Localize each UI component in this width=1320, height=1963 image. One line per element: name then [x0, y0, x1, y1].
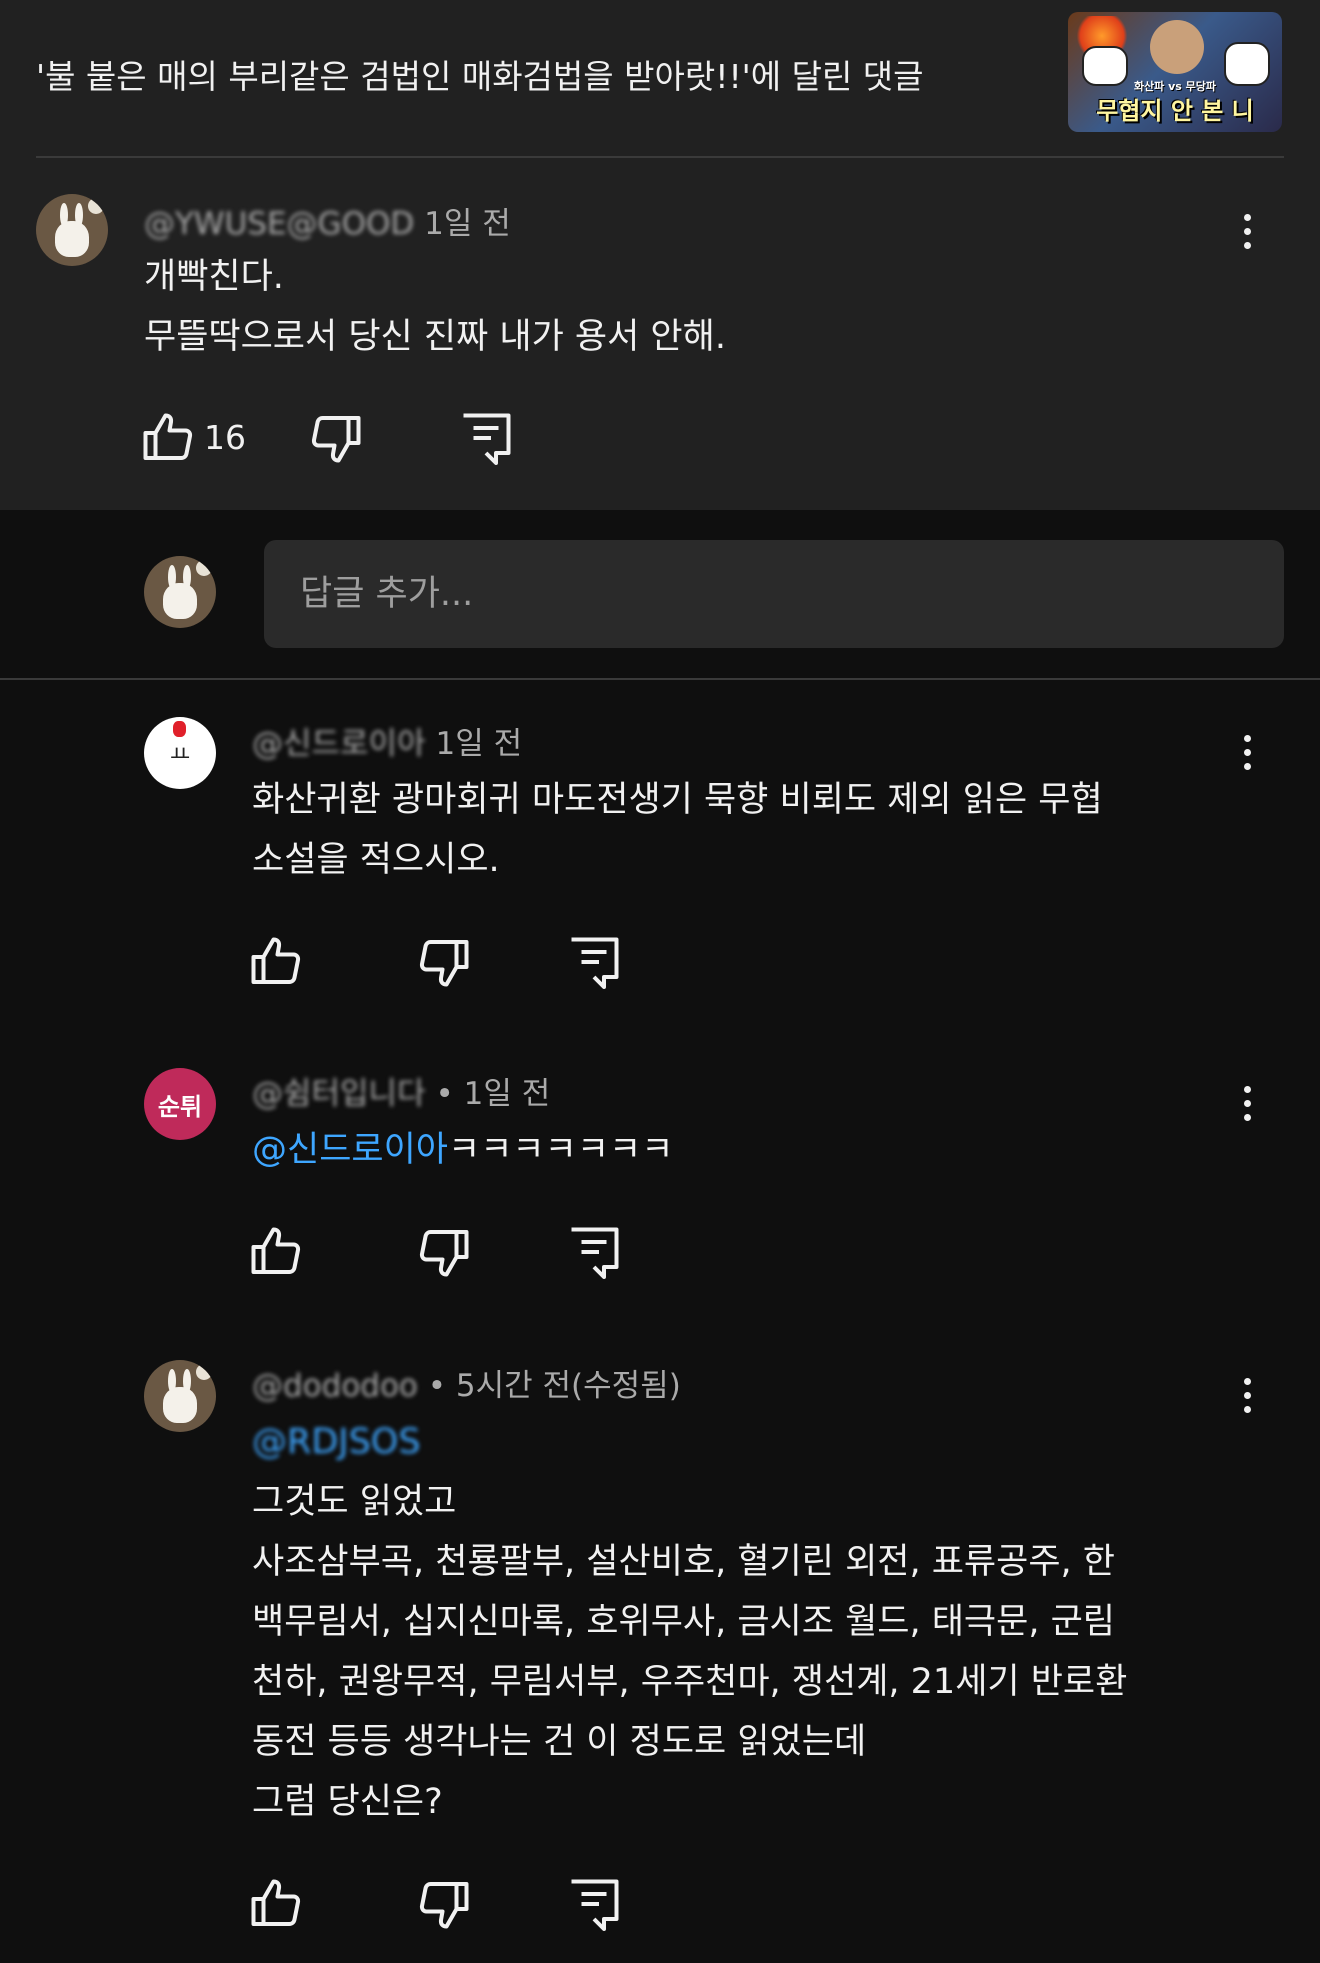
highlighted-comment-panel: '불 붙은 매의 부리같은 검법인 매화검법을 받아랏!!'에 달린 댓글 화산…	[0, 0, 1320, 510]
like-icon	[251, 1227, 301, 1274]
person-face-graphic	[1150, 20, 1204, 74]
video-thumbnail[interactable]: 화산파 vs 무당파 무협지 안 본 니	[1068, 12, 1282, 132]
like-icon	[143, 413, 193, 460]
reply-text: @RDJSOS 그것도 읽었고 사조삼부곡, 천룡팔부, 설산비호, 혈기린 외…	[252, 1412, 1127, 1832]
reply-author[interactable]: @쉼터입니다	[252, 1068, 426, 1113]
dislike-button[interactable]	[414, 1874, 474, 1934]
reply-meta: @쉼터입니다 • 1일 전	[252, 1068, 550, 1113]
reply-line: 백무림서, 십지신마록, 호위무사, 금시조 월드, 태극문, 군림	[252, 1602, 1115, 1642]
like-icon	[251, 1879, 301, 1926]
reply-line: 동전 등등 생각나는 건 이 정도로 읽었는데	[252, 1722, 867, 1762]
comment-time: 1일 전	[424, 206, 511, 242]
reply-line: 소설을 적으시오.	[252, 840, 500, 880]
reply-icon	[571, 937, 619, 989]
avatar[interactable]: 순튀	[144, 1068, 216, 1140]
reply-meta: @신드로이아 1일 전	[252, 718, 522, 763]
reply-button[interactable]	[456, 408, 516, 468]
like-button[interactable]	[246, 1874, 306, 1934]
reply-line: 그것도 읽었고	[252, 1482, 457, 1522]
more-vert-icon[interactable]	[1228, 1074, 1268, 1134]
avatar	[144, 556, 216, 628]
reply-icon	[571, 1879, 619, 1931]
dislike-icon	[419, 1230, 469, 1277]
avatar[interactable]	[144, 1360, 216, 1432]
dislike-icon	[419, 1882, 469, 1929]
dislike-icon	[419, 940, 469, 987]
comment-text: 개빡친다. 무뜰딱으로서 당신 진짜 내가 용서 안해.	[144, 247, 726, 367]
reply-line: 화산귀환 광마회귀 마도전생기 묵향 비뢰도 제외 읽은 무협	[252, 780, 1103, 820]
reply-mention[interactable]: @RDJSOS	[252, 1412, 421, 1472]
dislike-button[interactable]	[414, 932, 474, 992]
more-vert-icon[interactable]	[1228, 723, 1268, 783]
reply-time: • 5시간 전(수정됨)	[427, 1368, 681, 1404]
header-title: '불 붙은 매의 부리같은 검법인 매화검법을 받아랏!!'에 달린 댓글	[36, 57, 924, 96]
reply-time: • 1일 전	[435, 1076, 551, 1112]
thumbnail-text: 무협지 안 본 니	[1096, 97, 1254, 125]
reply-line: 그럼 당신은?	[252, 1782, 443, 1822]
more-vert-icon[interactable]	[1228, 1366, 1268, 1426]
like-icon	[251, 937, 301, 984]
reply-button[interactable]	[564, 1874, 624, 1934]
reply-text: @신드로이아ㅋㅋㅋㅋㅋㅋㅋ	[252, 1120, 673, 1180]
dislike-button[interactable]	[414, 1222, 474, 1282]
dislike-icon	[311, 416, 361, 463]
comment-line: 무뜰딱으로서 당신 진짜 내가 용서 안해.	[144, 317, 726, 357]
reply-input[interactable]	[264, 540, 1284, 648]
reply-button[interactable]	[564, 1222, 624, 1282]
reply-author[interactable]: @신드로이아	[252, 718, 426, 763]
reply-line: ㅋㅋㅋㅋㅋㅋㅋ	[448, 1130, 674, 1170]
reply-button[interactable]	[564, 932, 624, 992]
reply-line: 천하, 권왕무적, 무림서부, 우주천마, 쟁선계, 21세기 반로환	[252, 1662, 1128, 1702]
reply-icon	[571, 1227, 619, 1279]
like-button[interactable]	[246, 932, 306, 992]
more-vert-icon[interactable]	[1228, 202, 1268, 262]
reply-line: 사조삼부곡, 천룡팔부, 설산비호, 혈기린 외전, 표류공주, 한	[252, 1542, 1115, 1582]
like-button[interactable]	[246, 1222, 306, 1282]
comment-line: 개빡친다.	[144, 257, 284, 297]
reply-icon	[463, 413, 511, 465]
reply-mention[interactable]: @신드로이아	[252, 1130, 448, 1170]
avatar[interactable]	[36, 194, 108, 266]
reply-composer	[0, 510, 1320, 680]
comment-author[interactable]: @YWUSE@GOOD	[144, 206, 414, 242]
reply-time: 1일 전	[435, 726, 523, 762]
avatar[interactable]: ㅛ	[144, 717, 216, 789]
dislike-button[interactable]	[306, 408, 366, 468]
reply-author[interactable]: @dododoo	[252, 1368, 418, 1404]
reply-meta: @dododoo • 5시간 전(수정됨)	[252, 1360, 681, 1405]
like-count: 16	[204, 418, 246, 457]
comment-meta: @YWUSE@GOOD 1일 전	[144, 198, 511, 243]
comments-header: '불 붙은 매의 부리같은 검법인 매화검법을 받아랏!!'에 달린 댓글 화산…	[36, 0, 1284, 158]
like-button[interactable]	[138, 408, 198, 468]
reply-text: 화산귀환 광마회귀 마도전생기 묵향 비뢰도 제외 읽은 무협 소설을 적으시오…	[252, 770, 1103, 890]
